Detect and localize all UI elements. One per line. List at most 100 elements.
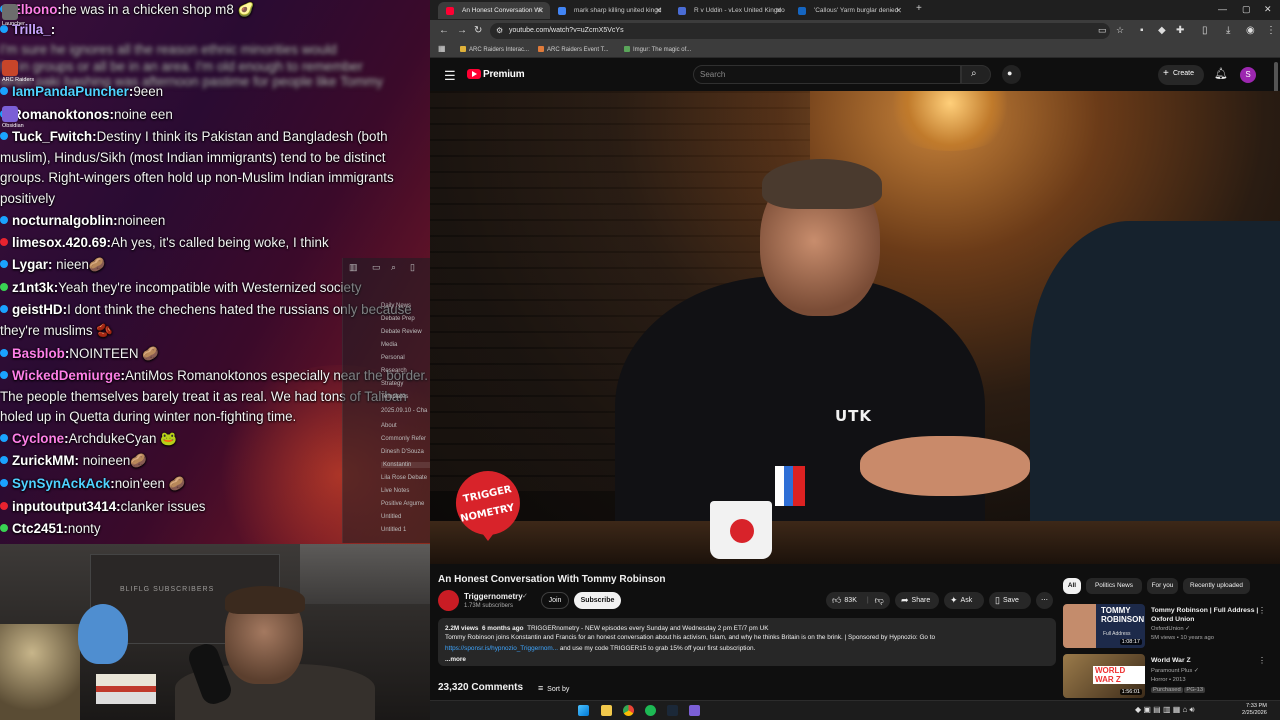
channel-avatar[interactable] <box>438 590 459 611</box>
hamburger-menu-icon[interactable]: ☰ <box>444 68 456 84</box>
tab-close-icon[interactable]: ✕ <box>655 6 662 15</box>
recommendation-item[interactable]: TOMMY ROBINSON Full Address 1:08:17 Tomm… <box>1063 604 1273 648</box>
profile-icon[interactable]: ◉ <box>1246 25 1255 36</box>
youtube-brand-label[interactable]: Premium <box>483 69 525 80</box>
chat-username[interactable]: SynSynAckAck <box>12 476 110 491</box>
browser-tab[interactable]: 'Callous' Yarm burglar denied ✕ <box>790 2 908 19</box>
more-actions-button[interactable]: ⋯ <box>1036 592 1053 609</box>
desktop-icon-arc[interactable]: ARC Raiders <box>2 58 48 84</box>
bookmark-item[interactable]: ARC Raiders Interac... <box>460 46 529 53</box>
bookmark-icon[interactable]: ▯ <box>410 262 415 273</box>
chip-recently-uploaded[interactable]: Recently uploaded <box>1183 578 1250 594</box>
notes-file-item[interactable]: Strategy <box>381 381 403 387</box>
chip-for-you[interactable]: For you <box>1147 578 1178 594</box>
bookmark-star-icon[interactable]: ☆ <box>1116 25 1124 36</box>
chat-username[interactable]: inputoutput3414 <box>12 499 116 514</box>
share-button[interactable]: ➦ Share <box>895 592 939 609</box>
rec-title[interactable]: World War Z <box>1151 656 1263 665</box>
sort-comments-button[interactable]: ≡ Sort by <box>538 683 569 693</box>
notes-file-item[interactable]: Dinesh D'Souza <box>381 449 424 455</box>
chat-username[interactable]: IamPandaPuncher <box>12 84 129 99</box>
sidebar-toggle-icon[interactable]: ▥ <box>349 262 358 273</box>
start-icon[interactable] <box>578 705 589 716</box>
chat-username[interactable]: nocturnalgoblin <box>12 213 113 228</box>
notes-file-item[interactable]: Research <box>381 368 407 374</box>
notes-file-item[interactable]: Personal <box>381 355 405 361</box>
search-input[interactable] <box>693 65 961 84</box>
notes-file-item[interactable]: Daily News <box>381 303 411 309</box>
tab-close-icon[interactable]: ✕ <box>537 6 544 15</box>
notes-file-item[interactable]: Commonly Refer <box>381 436 426 442</box>
notes-file-item[interactable]: Untitled 1 <box>381 527 406 533</box>
chat-username[interactable]: z1nt3k <box>12 280 54 295</box>
back-icon[interactable]: ← <box>439 25 449 36</box>
new-tab-icon[interactable]: + <box>916 3 922 14</box>
notes-file-item[interactable]: Live Notes <box>381 488 409 494</box>
subscribe-button[interactable]: Subscribe <box>574 592 621 609</box>
chat-username[interactable]: geistHD <box>12 302 63 317</box>
chip-politics-news[interactable]: Politics News <box>1086 578 1142 594</box>
spotify-icon[interactable] <box>645 705 656 716</box>
tab-close-icon[interactable]: ✕ <box>895 6 902 15</box>
like-icon[interactable]: 👍︎ <box>832 592 841 609</box>
rec-title[interactable]: Tommy Robinson | Full Address | Oxford U… <box>1151 606 1263 624</box>
chat-username[interactable]: Tuck_Fwitch <box>12 129 92 144</box>
chip-all[interactable]: All <box>1063 578 1081 594</box>
minimize-icon[interactable]: — <box>1218 4 1227 14</box>
save-button[interactable]: ▯ Save <box>989 592 1031 609</box>
apps-grid-icon[interactable]: ▦ <box>438 44 446 53</box>
sponsor-link[interactable]: https://sponsr.is/hypnozio_Triggernom... <box>445 645 558 652</box>
chat-username[interactable]: Cyclone <box>12 431 64 446</box>
notes-file-item[interactable]: Debate Review <box>381 329 422 335</box>
steam-icon[interactable] <box>667 705 678 716</box>
extensions-puzzle-icon[interactable]: ✚ <box>1176 25 1184 36</box>
notes-file-item[interactable]: Konstantin <box>381 462 430 468</box>
youtube-logo-icon[interactable] <box>467 69 481 79</box>
chat-username[interactable]: Ctc2451 <box>12 521 63 536</box>
search-icon[interactable]: ⌕ <box>391 262 396 273</box>
tab-close-icon[interactable]: ✕ <box>775 6 782 15</box>
dislike-icon[interactable]: 👎︎ <box>875 592 884 609</box>
browser-tab[interactable]: An Honest Conversation Wi ✕ <box>438 2 550 19</box>
side-panel-icon[interactable]: ▯ <box>1202 25 1208 36</box>
close-window-icon[interactable]: ✕ <box>1264 4 1272 15</box>
channel-name[interactable]: Triggernometry <box>464 592 523 601</box>
system-clock[interactable]: 7:33 PM 2/25/2026 <box>1242 703 1267 717</box>
desktop-icon-obsidian[interactable]: Obsidian <box>2 104 48 130</box>
folder-icon[interactable]: ▭ <box>372 262 381 273</box>
notes-file-item[interactable]: Lila Rose Debate <box>381 475 427 481</box>
chat-username[interactable]: Basblob <box>12 346 65 361</box>
rec-channel-name[interactable]: Paramount Plus <box>1151 668 1192 674</box>
recommendation-item[interactable]: WORLD WAR Z 1:56:01 World War Z Paramoun… <box>1063 654 1273 698</box>
notes-file-item[interactable]: Untitled <box>381 514 401 520</box>
notes-file-item[interactable]: Templates <box>381 394 408 400</box>
tray-icons[interactable]: ◆ ▣ ▤ ▥ ▦ ⌂ 🔊︎ <box>1135 705 1195 715</box>
download-icon[interactable]: ⤓ <box>1226 25 1230 36</box>
browser-tab[interactable]: R v Uddin - vLex United Kingdo ✕ <box>670 2 788 19</box>
rec-channel-name[interactable]: OxfordUnion <box>1151 626 1184 632</box>
launcher-icon[interactable] <box>2 4 18 20</box>
chat-username[interactable]: WickedDemiurge <box>12 368 121 383</box>
extension-icon[interactable]: ◆ <box>1158 25 1166 36</box>
rec-thumbnail[interactable]: TOMMY ROBINSON Full Address 1:08:17 <box>1063 604 1145 648</box>
browser-tab[interactable]: mark sharp killing united kingd ✕ <box>550 2 668 19</box>
chat-username[interactable]: limesox.420.69 <box>12 235 107 250</box>
extension-icon[interactable]: ▪ <box>1140 25 1144 36</box>
chrome-icon[interactable] <box>623 705 634 716</box>
chat-username[interactable]: Lygar <box>12 257 48 272</box>
notes-file-item[interactable]: Debate Prep <box>381 316 415 322</box>
notes-file-item[interactable]: Media <box>381 342 397 348</box>
site-info-icon[interactable]: ⚙ <box>496 26 503 35</box>
rec-thumbnail[interactable]: WORLD WAR Z 1:56:01 <box>1063 654 1145 698</box>
install-app-icon[interactable]: ▭ <box>1098 25 1107 36</box>
bookmark-item[interactable]: ARC Raiders Event T... <box>538 46 609 53</box>
ask-button[interactable]: ✦ Ask <box>944 592 984 609</box>
notes-file-item[interactable]: 2025.09.10 - Cha <box>381 408 427 414</box>
notifications-bell-icon[interactable]: 🔔︎ <box>1214 67 1228 80</box>
like-dislike-button[interactable]: 👍︎ 83K | 👎︎ <box>826 592 890 609</box>
notes-file-item[interactable]: About <box>381 423 397 429</box>
maximize-icon[interactable]: ▢ <box>1242 4 1251 15</box>
forward-icon[interactable]: → <box>457 25 467 36</box>
video-player[interactable]: UTK TRIGGER NOMETRY <box>430 91 1280 564</box>
chat-username[interactable]: ZurickMM <box>12 453 75 468</box>
